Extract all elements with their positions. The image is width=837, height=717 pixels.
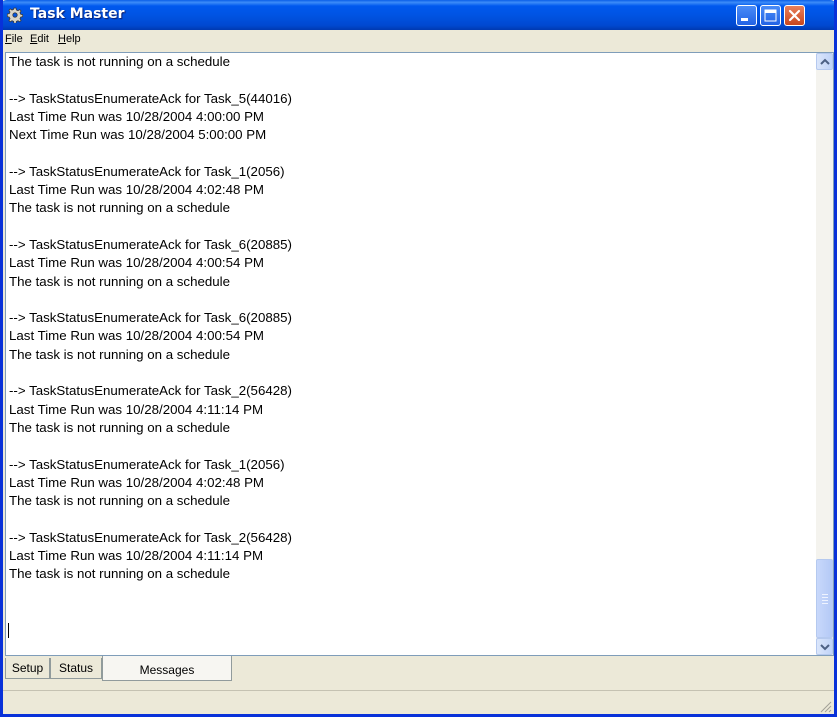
messages-log: The task is not running on a schedule -->… [9, 53, 815, 584]
thumb-grip-line [822, 603, 828, 604]
message-line [9, 218, 815, 236]
tab-messages[interactable]: Messages [102, 656, 232, 681]
gear-icon [6, 7, 24, 24]
thumb-grip-line [822, 597, 828, 598]
chevron-up-icon [820, 58, 830, 65]
message-line: The task is not running on a schedule [9, 54, 231, 69]
message-line: Last Time Run was 10/28/2004 4:00:00 PM [9, 108, 265, 124]
message-line: --> TaskStatusEnumerateAck for Task_1(20… [9, 456, 285, 472]
scroll-thumb[interactable] [816, 559, 833, 638]
message-line: Next Time Run was 10/28/2004 5:00:00 PM [9, 127, 267, 143]
message-line [9, 71, 815, 89]
message-line: The task is not running on a schedule [9, 200, 231, 216]
menu-edit-label: dit [37, 33, 49, 45]
message-line: The task is not running on a schedule [9, 566, 231, 582]
menu-help-label: elp [65, 33, 81, 45]
message-line: The task is not running on a schedule [9, 419, 231, 435]
thumb-grip-line [822, 600, 828, 601]
messages-textbox[interactable]: The task is not running on a schedule -->… [5, 52, 834, 656]
message-line: Last Time Run was 10/28/2004 4:11:14 PM [9, 401, 264, 417]
status-bar [3, 690, 834, 714]
scroll-down-button[interactable] [816, 638, 833, 655]
message-line: --> TaskStatusEnumerateAck for Task_5(44… [9, 90, 292, 106]
text-caret [8, 623, 9, 638]
message-line: --> TaskStatusEnumerateAck for Task_2(56… [9, 383, 292, 399]
menu-file-label: ile [11, 33, 23, 45]
task-master-window: Task Master File Edit Help The task is n… [0, 0, 837, 717]
message-line: --> TaskStatusEnumerateAck for Task_6(20… [9, 310, 292, 326]
message-line: Last Time Run was 10/28/2004 4:00:54 PM [9, 255, 265, 271]
message-line: The task is not running on a schedule [9, 273, 231, 289]
message-line: Last Time Run was 10/28/2004 4:11:14 PM [9, 548, 264, 564]
message-line: --> TaskStatusEnumerateAck for Task_2(56… [9, 529, 292, 545]
resize-grip-icon[interactable] [820, 701, 832, 713]
tab-setup[interactable]: Setup [5, 658, 50, 679]
menu-edit[interactable]: Edit [30, 33, 49, 45]
message-line: The task is not running on a schedule [9, 346, 231, 362]
message-line [9, 144, 815, 162]
window-title: Task Master [30, 6, 125, 22]
close-icon [788, 9, 801, 22]
vertical-scrollbar[interactable] [816, 53, 833, 655]
message-line: Last Time Run was 10/28/2004 4:02:48 PM [9, 182, 265, 198]
menu-help[interactable]: Help [58, 33, 81, 45]
minimize-button[interactable] [736, 5, 757, 26]
message-line [9, 291, 815, 309]
message-line: The task is not running on a schedule [9, 493, 231, 509]
message-line: Last Time Run was 10/28/2004 4:00:54 PM [9, 328, 265, 344]
message-line [9, 510, 815, 528]
title-bar[interactable]: Task Master [3, 0, 834, 30]
tab-status[interactable]: Status [50, 658, 102, 679]
maximize-icon [764, 9, 777, 22]
message-line: --> TaskStatusEnumerateAck for Task_1(20… [9, 163, 285, 179]
menu-help-mnemonic: H [58, 33, 66, 45]
close-button[interactable] [784, 5, 805, 26]
message-line [9, 364, 815, 382]
thumb-grip-line [822, 594, 828, 595]
tab-strip: Setup Status Messages [5, 656, 834, 688]
menu-bar: File Edit Help [3, 30, 834, 49]
chevron-down-icon [820, 644, 830, 651]
minimize-icon [741, 18, 748, 21]
message-line [9, 437, 815, 455]
menu-file[interactable]: File [5, 33, 23, 45]
maximize-button[interactable] [760, 5, 781, 26]
message-line: --> TaskStatusEnumerateAck for Task_6(20… [9, 236, 292, 252]
menu-file-mnemonic: F [5, 33, 12, 45]
scroll-up-button[interactable] [816, 53, 833, 70]
message-line: Last Time Run was 10/28/2004 4:02:48 PM [9, 474, 265, 490]
